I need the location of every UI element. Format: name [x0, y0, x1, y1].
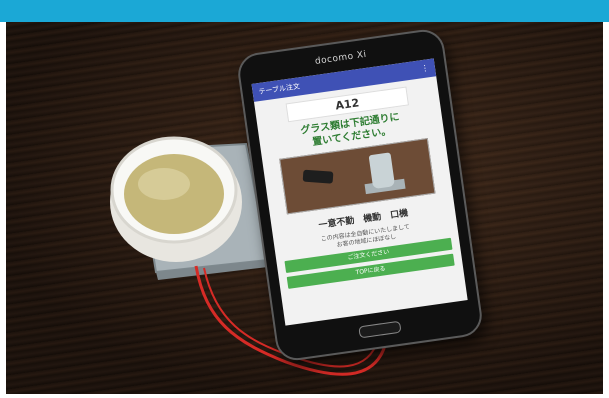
home-button[interactable] — [358, 320, 402, 339]
phone-screen: テーブル注文 ⋮ A12 グラス類は下記通りに 置いてください。 一意不勤 機動… — [251, 58, 468, 326]
cup-tea-highlight — [138, 168, 190, 200]
example-glass — [368, 152, 396, 190]
smartphone: docomo Xi テーブル注文 ⋮ A12 グラス類は下記通りに 置いてくださ… — [235, 27, 485, 363]
app-title: テーブル注文 — [258, 82, 301, 97]
photo: docomo Xi テーブル注文 ⋮ A12 グラス類は下記通りに 置いてくださ… — [6, 22, 603, 394]
header-color-bar — [0, 0, 609, 22]
overflow-menu-icon[interactable]: ⋮ — [420, 59, 430, 78]
example-phone — [302, 169, 334, 184]
phone-body: docomo Xi テーブル注文 ⋮ A12 グラス類は下記通りに 置いてくださ… — [235, 27, 485, 363]
